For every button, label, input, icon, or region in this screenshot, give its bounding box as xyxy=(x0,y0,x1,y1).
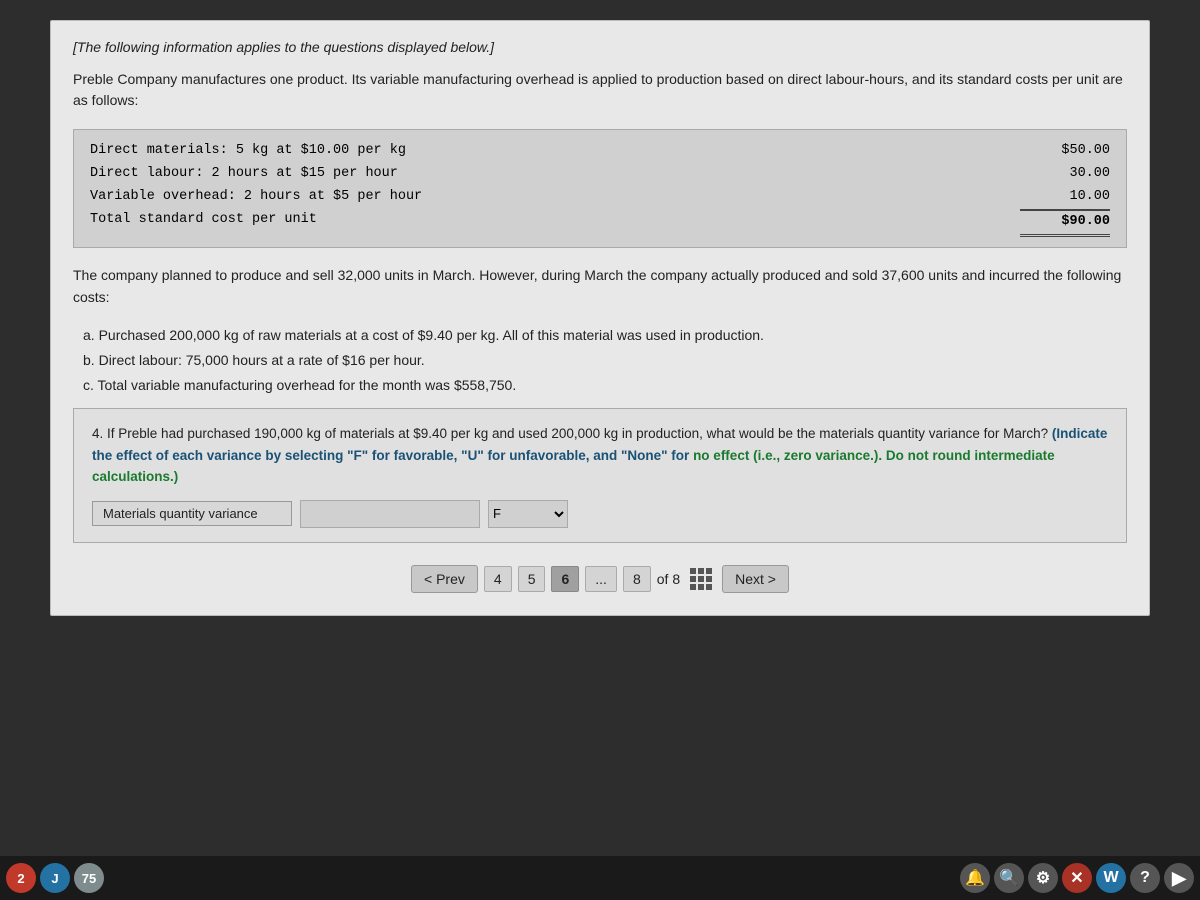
variance-label: Materials quantity variance xyxy=(92,501,292,526)
cost-row-1-value: $50.00 xyxy=(1020,140,1110,163)
taskbar-settings-icon[interactable]: ⚙ xyxy=(1028,863,1058,893)
actual-cost-a: a. Purchased 200,000 kg of raw materials… xyxy=(83,323,1127,348)
pagination-row: < Prev 4 5 6 ... 8 of 8 Next > xyxy=(73,565,1127,593)
grid-icon[interactable] xyxy=(690,568,712,590)
page-ellipsis: ... xyxy=(585,566,617,592)
actual-costs-list: a. Purchased 200,000 kg of raw materials… xyxy=(73,323,1127,399)
question-number: 4. xyxy=(92,426,103,441)
cost-row-1-label: Direct materials: 5 kg at $10.00 per kg xyxy=(90,140,1020,163)
question-section: 4. If Preble had purchased 190,000 kg of… xyxy=(73,408,1127,543)
page-5[interactable]: 5 xyxy=(518,566,546,592)
taskbar-notification-icon[interactable]: 🔔 xyxy=(960,863,990,893)
page-4[interactable]: 4 xyxy=(484,566,512,592)
planned-text: The company planned to produce and sell … xyxy=(73,264,1127,309)
taskbar-search-icon[interactable]: 🔍 xyxy=(994,863,1024,893)
italic-note: [The following information applies to th… xyxy=(73,39,1127,55)
next-button[interactable]: Next > xyxy=(722,565,789,593)
intro-text: Preble Company manufactures one product.… xyxy=(73,69,1127,111)
actual-cost-b-text: Direct labour: 75,000 hours at a rate of… xyxy=(99,352,425,368)
cost-row-3-value: 10.00 xyxy=(1020,186,1110,211)
cost-row-4-label: Total standard cost per unit xyxy=(90,209,1020,232)
actual-cost-a-text: Purchased 200,000 kg of raw materials at… xyxy=(99,327,764,343)
page-8[interactable]: 8 xyxy=(623,566,651,592)
cost-row-4-value: $90.00 xyxy=(1020,211,1110,237)
taskbar-arrow-icon[interactable]: ▶ xyxy=(1164,863,1194,893)
variance-row: Materials quantity variance F U None xyxy=(92,500,1108,528)
question-text: 4. If Preble had purchased 190,000 kg of… xyxy=(92,423,1108,488)
taskbar-item-1[interactable]: 2 xyxy=(6,863,36,893)
variance-effect-dropdown[interactable]: F U None xyxy=(488,500,568,528)
cost-values: $50.00 30.00 10.00 $90.00 xyxy=(1020,140,1110,237)
cost-labels: Direct materials: 5 kg at $10.00 per kg … xyxy=(90,140,1020,237)
taskbar-item-3[interactable]: 75 xyxy=(74,863,104,893)
page-of: of 8 xyxy=(657,571,680,587)
taskbar: 2 J 75 🔔 🔍 ⚙ ✕ W ? ▶ xyxy=(0,856,1200,900)
cost-row-3-label: Variable overhead: 2 hours at $5 per hou… xyxy=(90,186,1020,209)
actual-cost-b: b. Direct labour: 75,000 hours at a rate… xyxy=(83,348,1127,373)
taskbar-item-2[interactable]: J xyxy=(40,863,70,893)
main-content-area: [The following information applies to th… xyxy=(50,20,1150,616)
actual-cost-c: c. Total variable manufacturing overhead… xyxy=(83,373,1127,398)
cost-row-2-label: Direct labour: 2 hours at $15 per hour xyxy=(90,163,1020,186)
prev-button[interactable]: < Prev xyxy=(411,565,478,593)
actual-cost-c-label: c. xyxy=(83,377,98,393)
question-body: If Preble had purchased 190,000 kg of ma… xyxy=(107,426,1048,441)
actual-cost-b-label: b. xyxy=(83,352,99,368)
taskbar-close-icon[interactable]: ✕ xyxy=(1062,863,1092,893)
cost-row-2-value: 30.00 xyxy=(1020,163,1110,186)
variance-amount-input[interactable] xyxy=(300,500,480,528)
actual-cost-c-text: Total variable manufacturing overhead fo… xyxy=(98,377,517,393)
taskbar-help-icon[interactable]: ? xyxy=(1130,863,1160,893)
actual-cost-a-label: a. xyxy=(83,327,99,343)
cost-table: Direct materials: 5 kg at $10.00 per kg … xyxy=(73,129,1127,248)
page-6-active[interactable]: 6 xyxy=(551,566,579,592)
taskbar-w-icon[interactable]: W xyxy=(1096,863,1126,893)
